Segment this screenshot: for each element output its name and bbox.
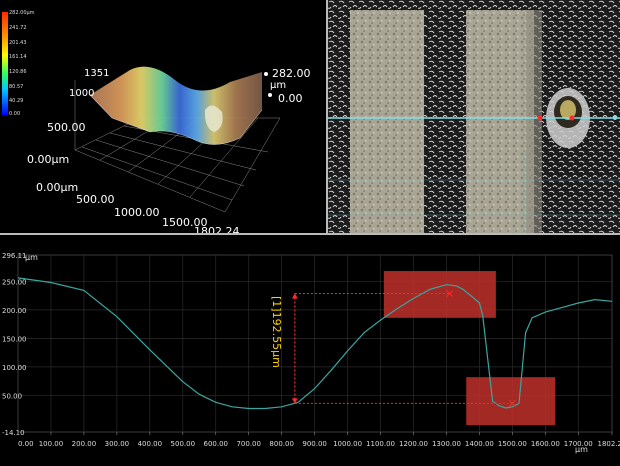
y-tick-label: 250.00 bbox=[2, 278, 27, 286]
x-unit-label: µm bbox=[575, 445, 588, 454]
x-tick-label: 1300.00 bbox=[432, 440, 461, 448]
y-tick-label: 100.00 bbox=[2, 364, 27, 372]
z-max-marker bbox=[264, 72, 268, 76]
y-tick-label: 150.00 bbox=[2, 335, 27, 343]
y-tick-label: 1000 bbox=[69, 88, 95, 99]
measure-marker bbox=[569, 115, 575, 121]
x-tick-label: 900.00 bbox=[302, 440, 327, 448]
z-min-label: 0.00 bbox=[278, 92, 303, 105]
z-max-label: 282.00 bbox=[272, 67, 311, 80]
3d-view-panel[interactable]: 282.00µm 241.72 201.43 161.14 120.86 80.… bbox=[0, 0, 326, 233]
colorbar-label: 40.29 bbox=[9, 98, 24, 104]
x-tick-label: 0.00 bbox=[18, 440, 34, 448]
x-tick-label: 1200.00 bbox=[399, 440, 428, 448]
z-unit-label: µm bbox=[270, 80, 287, 91]
y-tick-label: 200.00 bbox=[2, 307, 27, 315]
x-tick-label: 1600.00 bbox=[531, 440, 560, 448]
y-tick-label: 296.11 bbox=[2, 252, 27, 260]
profile-chart[interactable]: 296.11 250.00 200.00 150.00 100.00 50.00 -14.1… bbox=[0, 235, 620, 466]
x-tick-label: 1400.00 bbox=[465, 440, 494, 448]
colorbar bbox=[2, 12, 8, 115]
x-tick-label: 1100.00 bbox=[366, 440, 395, 448]
colorbar-label: 201.43 bbox=[9, 40, 27, 46]
x-tick-label: 0.00µm bbox=[36, 181, 79, 194]
colorbar-label: 161.14 bbox=[9, 54, 27, 60]
y-unit-label: µm bbox=[25, 253, 38, 262]
x-tick-label: 400.00 bbox=[138, 440, 163, 448]
measure-marker bbox=[537, 115, 543, 121]
measurement-label: [1]192.55µm bbox=[270, 296, 283, 368]
measure-arrow bbox=[291, 293, 298, 299]
colorbar-label: 0.00 bbox=[9, 111, 21, 117]
surface-image[interactable] bbox=[328, 0, 620, 233]
x-tick-label: 300.00 bbox=[105, 440, 130, 448]
surface-image-panel[interactable] bbox=[328, 0, 620, 233]
x-tick-label: 500.00 bbox=[171, 440, 196, 448]
y-tick-label: 0.00µm bbox=[27, 153, 70, 166]
colorbar-label: 282.00µm bbox=[9, 10, 35, 16]
colorbar-label: 80.57 bbox=[9, 84, 24, 90]
y-axis-ticks: 296.11 250.00 200.00 150.00 100.00 50.00 -14.1… bbox=[2, 252, 27, 437]
x-tick-label: 1802.24 bbox=[194, 225, 240, 233]
profile-chart-panel[interactable]: 296.11 250.00 200.00 150.00 100.00 50.00 -14.1… bbox=[0, 235, 620, 466]
y-tick-label: 50.00 bbox=[2, 392, 22, 400]
measure-region-box bbox=[383, 271, 496, 318]
x-tick-label: 1802.29 bbox=[598, 440, 620, 448]
x-tick-label: 1000.00 bbox=[114, 206, 160, 219]
x-tick-label: 1500.00 bbox=[498, 440, 527, 448]
x-tick-label: 200.00 bbox=[72, 440, 97, 448]
3d-view-canvas[interactable] bbox=[0, 0, 326, 233]
x-tick-label: 700.00 bbox=[236, 440, 261, 448]
x-tick-label: 500.00 bbox=[76, 193, 115, 206]
surface-band bbox=[350, 10, 424, 233]
colorbar-label: 241.72 bbox=[9, 25, 27, 31]
y-tick-label: 500.00 bbox=[47, 121, 86, 134]
y-tick-label: -14.10 bbox=[2, 429, 25, 437]
x-tick-label: 600.00 bbox=[203, 440, 228, 448]
x-tick-label: 800.00 bbox=[269, 440, 294, 448]
x-tick-label: 100.00 bbox=[39, 440, 64, 448]
z-min-marker bbox=[268, 93, 272, 97]
scan-handle bbox=[613, 116, 617, 120]
x-tick-label: 1000.00 bbox=[333, 440, 362, 448]
x-axis-ticks: 0.00 100.00 200.00 300.00 400.00 500.00 600.00… bbox=[17, 432, 620, 448]
y-tick-label: 1351 bbox=[84, 68, 110, 79]
colorbar-label: 120.86 bbox=[9, 69, 27, 75]
3d-surface bbox=[89, 66, 263, 145]
